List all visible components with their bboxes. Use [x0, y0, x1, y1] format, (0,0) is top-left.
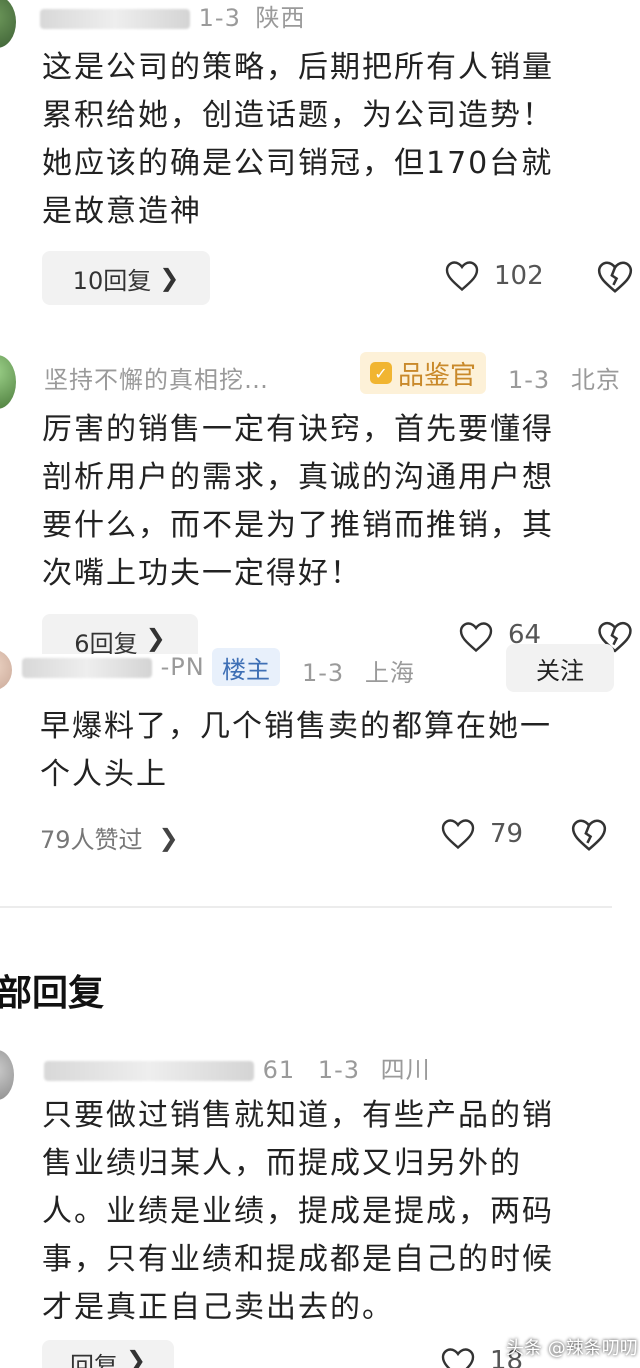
replies-button[interactable]: 6回复 ❯ — [42, 614, 198, 658]
comment-meta: 1-3 陕西 — [40, 0, 305, 33]
dislike-icon[interactable] — [570, 817, 608, 853]
chevron-right-icon: ❯ — [145, 624, 166, 652]
comment-date: 1-3 — [302, 659, 345, 687]
comment-location: 上海 — [364, 659, 415, 687]
heart-icon — [445, 261, 479, 292]
like-button[interactable]: 79 — [440, 817, 523, 851]
like-count: 102 — [494, 261, 544, 291]
heart-icon — [441, 1348, 475, 1368]
op-badge: 楼主 — [212, 648, 280, 686]
comment-location: 陕西 — [255, 4, 306, 32]
chevron-right-icon: ❯ — [158, 823, 179, 852]
comment-date: 1-3 — [508, 366, 551, 394]
blurred-username — [40, 9, 190, 29]
comment-meta: 坚持不懈的真相挖… — [44, 360, 269, 395]
comment-location: 北京 — [570, 366, 621, 394]
like-count: 79 — [490, 819, 524, 849]
comment-text: 早爆料了，几个销售卖的都算在她一 个人头上 — [40, 709, 552, 792]
liked-by-link[interactable]: 79人赞过 ❯ — [40, 820, 179, 855]
badge-pinjianguan: ✓ 品鉴官 — [360, 352, 487, 394]
heart-icon — [441, 819, 475, 850]
section-title: 部回复 — [0, 973, 105, 1014]
comment-text: 这是公司的策略，后期把所有人销量 累积给她，创造话题，为公司造势！ 她应该的确是… — [42, 50, 554, 229]
chevron-right-icon: ❯ — [125, 1346, 147, 1368]
avatar[interactable] — [0, 355, 16, 409]
comment-text: 厉害的销售一定有诀窍，首先要懂得 剖析用户的需求，真诚的沟通用户想 要什么，而不… — [42, 412, 554, 591]
divider — [0, 906, 612, 908]
username[interactable]: -PN — [161, 653, 205, 681]
like-button[interactable]: 102 — [444, 259, 544, 293]
follow-button[interactable]: 关注 — [506, 644, 614, 692]
comment-meta: 1-3 北京 — [508, 360, 621, 395]
watermark: 头条 @辣条叨叨 — [506, 1338, 638, 1359]
username[interactable]: 61 — [263, 1056, 296, 1084]
comment-text: 只要做过销售就知道，有些产品的销 售业绩归某人，而提成又归另外的 人。业绩是业绩… — [42, 1098, 554, 1325]
dislike-icon[interactable] — [596, 259, 634, 295]
blurred-username — [44, 1061, 254, 1081]
comment-date: 1-3 — [198, 4, 241, 32]
replies-button[interactable]: 10回复 ❯ — [42, 251, 210, 305]
avatar[interactable] — [0, 0, 16, 48]
heart-icon — [459, 622, 493, 653]
username[interactable]: 坚持不懈的真相挖… — [44, 366, 269, 394]
blurred-username — [22, 658, 152, 678]
comment-date: 1-3 — [317, 1056, 361, 1084]
comment-meta: -PN — [22, 653, 205, 681]
chevron-right-icon: ❯ — [159, 264, 180, 292]
avatar[interactable] — [0, 1050, 14, 1100]
check-badge-icon: ✓ — [370, 362, 392, 384]
comment-location: 四川 — [380, 1056, 431, 1084]
comment-meta: 61 1-3 四川 — [44, 1050, 431, 1085]
comment-meta: 1-3 上海 — [302, 653, 415, 688]
replies-button[interactable]: 回复 ❯ — [42, 1340, 174, 1368]
